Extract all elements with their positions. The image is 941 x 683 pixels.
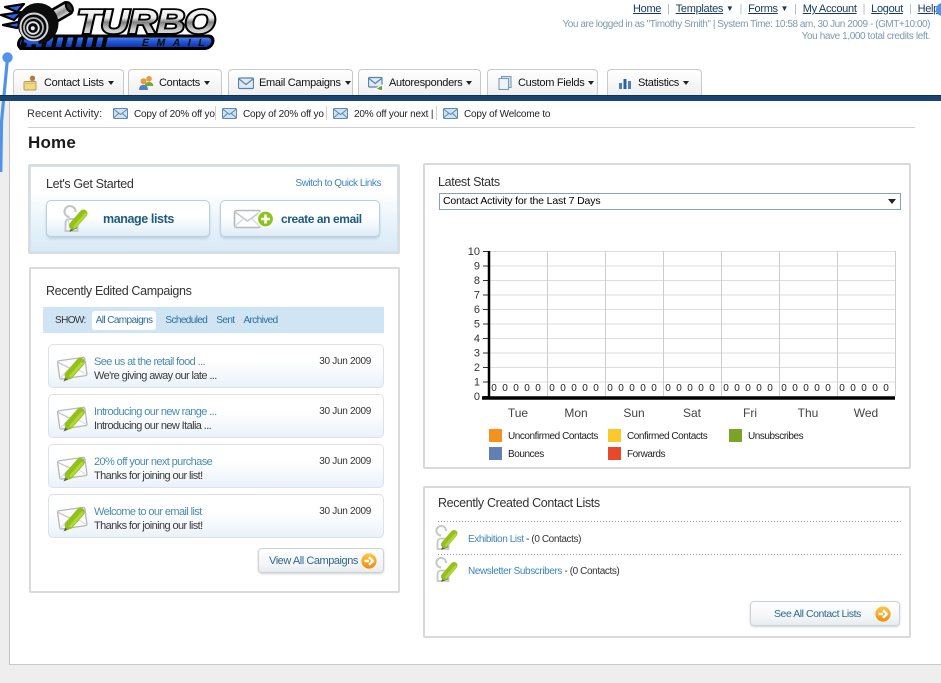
svg-text:2: 2 (474, 362, 480, 374)
svg-text:0: 0 (474, 391, 480, 403)
svg-text:0: 0 (825, 383, 831, 394)
svg-text:6: 6 (474, 304, 480, 316)
svg-text:1: 1 (474, 377, 480, 389)
svg-text:0: 0 (745, 383, 751, 394)
svg-text:0: 0 (709, 383, 715, 394)
svg-text:Wed: Wed (854, 406, 878, 420)
svg-text:0: 0 (665, 383, 671, 394)
svg-text:0: 0 (781, 383, 787, 394)
svg-text:0: 0 (883, 383, 889, 394)
svg-text:7: 7 (474, 290, 480, 302)
svg-text:Sat: Sat (683, 406, 702, 420)
svg-text:4: 4 (474, 333, 480, 345)
svg-text:5: 5 (474, 319, 480, 331)
svg-text:0: 0 (560, 383, 566, 394)
svg-text:Tue: Tue (508, 406, 529, 420)
svg-text:0: 0 (491, 383, 497, 394)
svg-text:Mon: Mon (564, 406, 587, 420)
svg-text:0: 0 (872, 383, 878, 394)
svg-text:Fri: Fri (743, 406, 757, 420)
svg-text:0: 0 (814, 383, 820, 394)
svg-text:0: 0 (687, 383, 693, 394)
svg-text:0: 0 (582, 383, 588, 394)
svg-text:0: 0 (756, 383, 762, 394)
svg-text:0: 0 (698, 383, 704, 394)
svg-text:0: 0 (723, 383, 729, 394)
svg-text:0: 0 (593, 383, 599, 394)
svg-text:0: 0 (535, 383, 541, 394)
svg-text:0: 0 (629, 383, 635, 394)
svg-text:0: 0 (607, 383, 613, 394)
svg-text:Sun: Sun (623, 406, 644, 420)
svg-text:0: 0 (676, 383, 682, 394)
svg-text:0: 0 (792, 383, 798, 394)
svg-text:0: 0 (850, 383, 856, 394)
svg-text:0: 0 (651, 383, 657, 394)
svg-text:0: 0 (524, 383, 530, 394)
svg-text:0: 0 (803, 383, 809, 394)
svg-text:8: 8 (474, 275, 480, 287)
svg-text:Thu: Thu (798, 406, 819, 420)
svg-text:9: 9 (474, 261, 480, 273)
svg-text:0: 0 (839, 383, 845, 394)
svg-text:0: 0 (549, 383, 555, 394)
svg-text:0: 0 (767, 383, 773, 394)
svg-text:0: 0 (861, 383, 867, 394)
svg-text:0: 0 (618, 383, 624, 394)
svg-text:0: 0 (502, 383, 508, 394)
svg-text:0: 0 (571, 383, 577, 394)
svg-text:3: 3 (474, 348, 480, 360)
svg-text:0: 0 (640, 383, 646, 394)
svg-text:TURBO: TURBO (77, 3, 215, 40)
svg-text:0: 0 (513, 383, 519, 394)
svg-text:0: 0 (734, 383, 740, 394)
svg-text:10: 10 (468, 246, 480, 258)
